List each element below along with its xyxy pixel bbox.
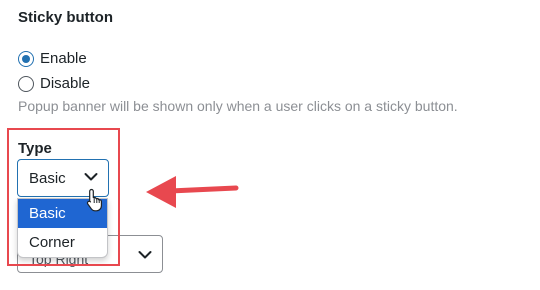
sticky-button-heading: Sticky button	[18, 9, 114, 26]
radio-enable-label[interactable]: Enable	[40, 50, 87, 67]
radio-disable[interactable]	[18, 75, 34, 92]
red-arrow-icon	[146, 176, 239, 208]
chevron-down-icon	[138, 251, 152, 259]
radio-enable-row[interactable]: Enable	[18, 50, 87, 67]
hand-pointer-cursor-icon	[86, 188, 102, 212]
radio-enable[interactable]	[18, 50, 34, 67]
help-text: Popup banner will be shown only when a u…	[18, 98, 458, 114]
radio-disable-label[interactable]: Disable	[40, 75, 90, 92]
radio-disable-row[interactable]: Disable	[18, 75, 90, 92]
